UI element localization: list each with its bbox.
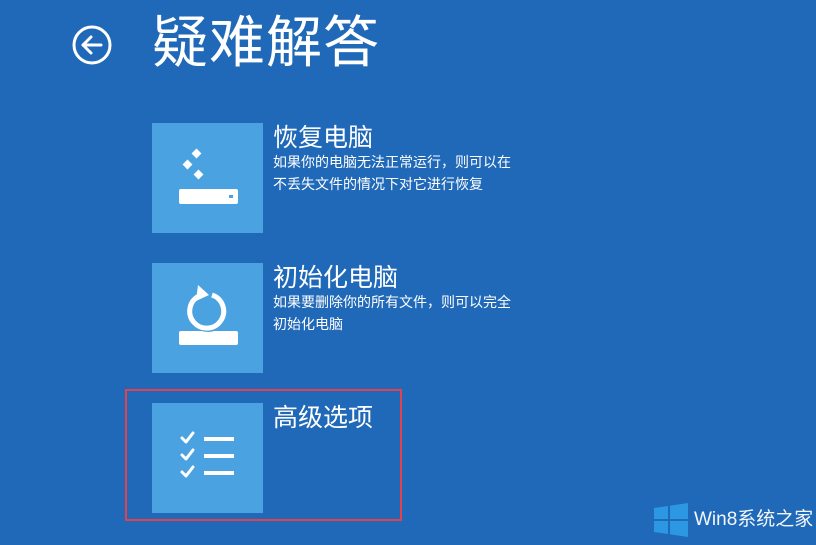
windows-logo-icon [654, 503, 688, 537]
option-tile [152, 123, 263, 233]
watermark: Win8系统之家 [652, 502, 814, 538]
watermark-text: Win8系统之家 [694, 509, 814, 530]
back-button[interactable] [72, 25, 112, 65]
option-tile [152, 403, 263, 513]
option-title: 高级选项 [273, 403, 374, 432]
page-title: 疑难解答 [152, 11, 380, 76]
option-advanced-options[interactable]: 高级选项 [152, 403, 572, 513]
option-description: 如果你的电脑无法正常运行，则可以在不丢失文件的情况下对它进行恢复 [273, 155, 511, 193]
option-refresh-pc[interactable]: 恢复电脑 如果你的电脑无法正常运行，则可以在不丢失文件的情况下对它进行恢复 [152, 123, 572, 233]
option-tile [152, 263, 263, 373]
refresh-pc-icon [179, 148, 238, 204]
option-title: 初始化电脑 [273, 263, 399, 292]
reset-pc-icon [179, 285, 238, 345]
option-description: 如果要删除你的所有文件，则可以完全初始化电脑 [273, 295, 511, 333]
option-reset-pc[interactable]: 初始化电脑 如果要删除你的所有文件，则可以完全初始化电脑 [152, 263, 572, 373]
option-title: 恢复电脑 [273, 123, 374, 152]
checklist-icon [180, 431, 234, 478]
back-arrow-icon [72, 25, 112, 65]
